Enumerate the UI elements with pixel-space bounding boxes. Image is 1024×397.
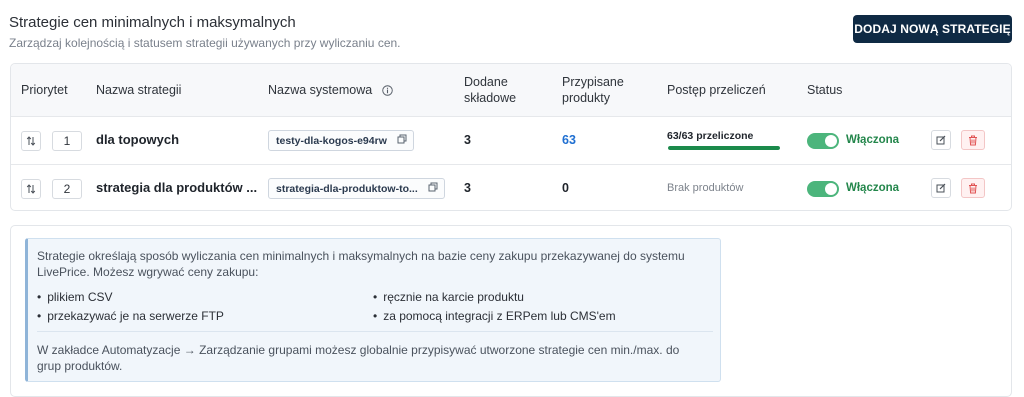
priority-input[interactable]: 1 <box>52 131 82 151</box>
sort-arrows-icon[interactable] <box>21 131 41 151</box>
system-name-text: strategia-dla-produktow-to... <box>276 182 418 195</box>
column-priority[interactable]: Priorytet <box>21 82 68 98</box>
system-name-chip: testy-dla-kogos-e94rw <box>268 130 414 151</box>
system-name-text: testy-dla-kogos-e94rw <box>276 134 387 147</box>
strategies-table: Priorytet Nazwa strategii Nazwa systemow… <box>10 63 1012 211</box>
column-progress[interactable]: Postęp przeliczeń <box>667 82 766 98</box>
column-products-line1: Przypisane <box>562 75 624 89</box>
status-toggle[interactable] <box>807 133 839 149</box>
progress-label: 63/63 przeliczone <box>667 130 754 142</box>
edit-button[interactable] <box>931 178 951 198</box>
table-row: 2 strategia dla produktów ... strategia-… <box>11 165 1011 210</box>
info-bullet: za pomocą integracji z ERPem lub CMS'em <box>373 309 615 323</box>
column-components-line1: Dodane <box>464 75 508 89</box>
info-footer: W zakładce Automatyzacje → Zarządzanie g… <box>37 343 680 373</box>
info-text: Strategie określają sposób wyliczania ce… <box>37 249 685 279</box>
column-products[interactable]: Przypisane produkty <box>562 74 624 106</box>
progress-bar <box>668 146 780 150</box>
page-title: Strategie cen minimalnych i maksymalnych <box>9 14 296 31</box>
column-system-name-label: Nazwa systemowa <box>268 83 373 97</box>
page-header: Strategie cen minimalnych i maksymalnych… <box>9 14 401 50</box>
info-divider <box>37 331 713 332</box>
table-row: 1 dla topowych testy-dla-kogos-e94rw 3 6… <box>11 117 1011 165</box>
products-count-link[interactable]: 63 <box>562 133 576 147</box>
toggle-knob <box>825 183 837 195</box>
column-system-name[interactable]: Nazwa systemowa <box>268 82 393 100</box>
components-count: 3 <box>464 181 471 195</box>
info-icon[interactable] <box>381 84 393 100</box>
edit-button[interactable] <box>931 130 951 150</box>
trash-icon <box>969 135 977 145</box>
delete-button[interactable] <box>961 130 985 150</box>
column-status[interactable]: Status <box>807 82 842 98</box>
info-bullet: ręcznie na karcie produktu <box>373 290 524 304</box>
progress-bar-fill <box>668 146 780 150</box>
priority-input[interactable]: 2 <box>52 179 82 199</box>
system-name-chip: strategia-dla-produktow-to... <box>268 178 445 199</box>
page-subtitle: Zarządzaj kolejnością i statusem strateg… <box>9 36 401 50</box>
edit-icon <box>936 183 946 193</box>
status-label: Włączona <box>846 134 900 146</box>
column-products-line2: produkty <box>562 91 610 105</box>
toggle-knob <box>825 135 837 147</box>
copy-icon[interactable] <box>428 182 438 195</box>
sort-arrows-icon[interactable] <box>21 179 41 199</box>
copy-icon[interactable] <box>397 134 407 147</box>
edit-icon <box>936 135 946 145</box>
status-label: Włączona <box>846 182 900 194</box>
delete-button[interactable] <box>961 178 985 198</box>
trash-icon <box>969 183 977 193</box>
column-components[interactable]: Dodane składowe <box>464 74 516 106</box>
strategy-name: dla topowych <box>96 132 180 147</box>
info-callout: Strategie określają sposób wyliczania ce… <box>25 238 721 382</box>
add-strategy-button[interactable]: DODAJ NOWĄ STRATEGIĘ <box>853 15 1012 43</box>
products-count: 0 <box>562 181 569 195</box>
strategy-name: strategia dla produktów ... <box>96 180 258 195</box>
info-bullet: przekazywać je na serwerze FTP <box>37 309 224 323</box>
no-products-label: Brak produktów <box>667 182 744 194</box>
info-bullet: plikiem CSV <box>37 290 112 304</box>
components-count: 3 <box>464 133 471 147</box>
table-header: Priorytet Nazwa strategii Nazwa systemow… <box>11 64 1011 117</box>
column-name[interactable]: Nazwa strategii <box>96 82 181 98</box>
column-components-line2: składowe <box>464 91 517 105</box>
status-toggle[interactable] <box>807 181 839 197</box>
